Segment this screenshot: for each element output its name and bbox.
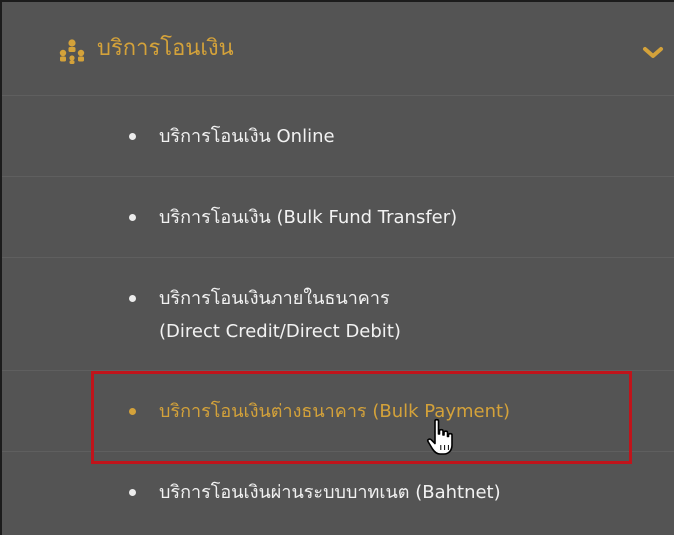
menu-item-bulk-fund-transfer[interactable]: บริการโอนเงิน (Bulk Fund Transfer) xyxy=(2,177,674,258)
menu-item-sublabel: (Direct Credit/Direct Debit) xyxy=(159,321,401,342)
bullet-icon xyxy=(129,295,136,302)
bullet-icon xyxy=(129,489,136,496)
menu-item-direct-credit-debit[interactable]: บริการโอนเงินภายในธนาคาร (Direct Credit/… xyxy=(2,258,674,371)
section-title: บริการโอนเงิน xyxy=(97,36,234,61)
menu-item-online-transfer[interactable]: บริการโอนเงิน Online xyxy=(2,96,674,177)
network-icon xyxy=(59,39,85,64)
transfer-services-menu: บริการโอนเงิน บริการโอนเงิน Online บริกา… xyxy=(0,0,674,535)
menu-section-header[interactable]: บริการโอนเงิน xyxy=(2,2,674,96)
menu-item-bahtnet[interactable]: บริการโอนเงินผ่านระบบบาทเนต (Bahtnet) xyxy=(2,452,674,535)
bullet-icon xyxy=(129,214,136,221)
menu-item-label: บริการโอนเงิน (Bulk Fund Transfer) xyxy=(159,207,458,228)
menu-item-label: บริการโอนเงินผ่านระบบบาทเนต (Bahtnet) xyxy=(159,482,501,503)
menu-item-label: บริการโอนเงินภายในธนาคาร xyxy=(159,288,390,309)
bullet-icon xyxy=(129,133,136,140)
highlight-box xyxy=(91,371,632,464)
hand-pointer-icon xyxy=(426,418,453,455)
chevron-down-icon[interactable] xyxy=(642,46,664,60)
menu-item-label: บริการโอนเงิน Online xyxy=(159,126,335,147)
